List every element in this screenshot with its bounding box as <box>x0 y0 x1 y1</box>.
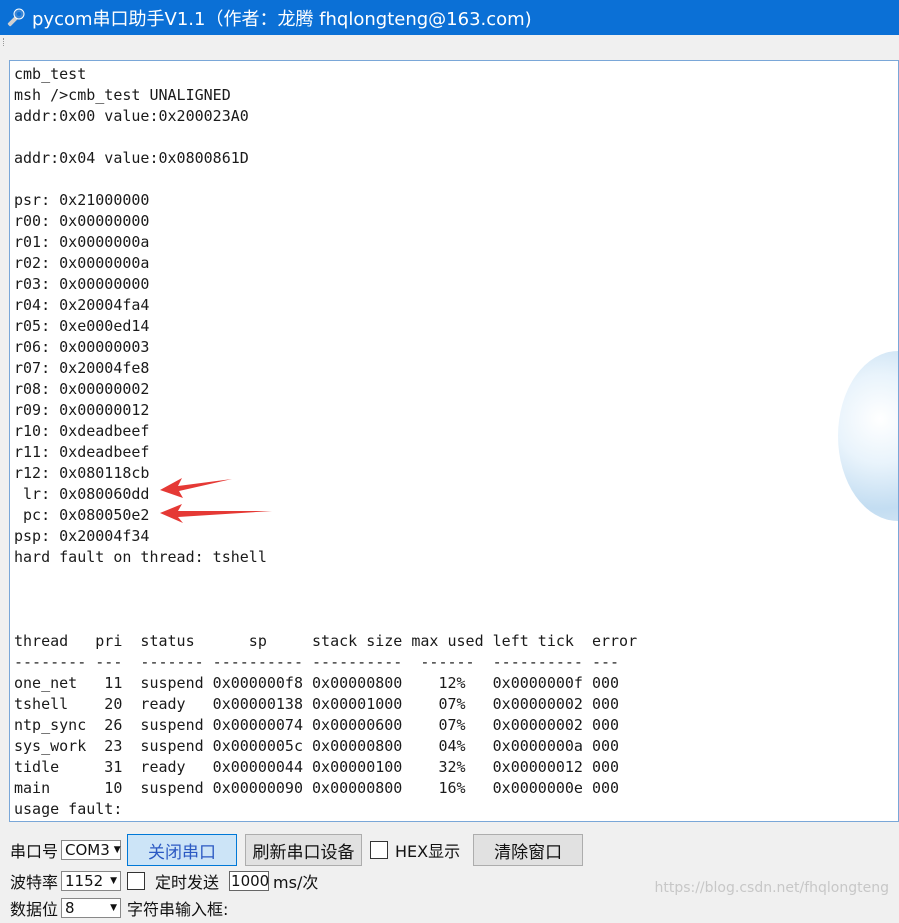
title-bar: pycom串口助手V1.1（作者：龙腾 fhqlongteng@163.com) <box>0 0 899 35</box>
receive-window[interactable]: cmb_test msh />cmb_test UNALIGNED addr:0x0… <box>9 60 899 822</box>
baud-select-value: 1152 <box>65 872 104 890</box>
toolbar-strip <box>0 35 899 49</box>
string-input-label: 字符串输入框: <box>127 900 229 919</box>
chevron-down-icon: ▼ <box>110 876 118 886</box>
annotation-arrows <box>160 478 272 523</box>
port-select[interactable]: COM3 ▼ <box>61 840 122 860</box>
controls-row-1: 串口号 COM3 ▼ 关闭串口 刷新串口设备 HEX显示 清除窗口 <box>10 834 584 866</box>
databits-select-value: 8 <box>65 899 75 917</box>
wrench-icon <box>7 8 25 26</box>
annotation-arrow-pc <box>160 504 272 523</box>
baud-label: 波特率 <box>10 873 59 892</box>
chevron-down-icon: ▼ <box>110 903 118 913</box>
interval-unit: ms/次 <box>273 873 319 892</box>
interval-input[interactable]: 1000 <box>229 871 269 891</box>
hex-display-label: HEX显示 <box>395 842 461 861</box>
clear-window-button[interactable]: 清除窗口 <box>473 834 584 866</box>
databits-label: 数据位 <box>10 900 59 919</box>
port-label: 串口号 <box>10 842 59 861</box>
annotation-arrow-lr <box>160 478 232 498</box>
databits-select[interactable]: 8 ▼ <box>61 898 122 918</box>
watermark: https://blog.csdn.net/fhqlongteng <box>654 880 889 896</box>
baud-select[interactable]: 1152 ▼ <box>61 871 122 891</box>
window-title: pycom串口助手V1.1（作者：龙腾 fhqlongteng@163.com) <box>32 8 532 30</box>
controls-row-3: 数据位 8 ▼ 字符串输入框: <box>10 893 228 923</box>
timed-send-label: 定时发送 <box>155 873 220 892</box>
hex-display-checkbox[interactable] <box>370 841 389 859</box>
port-select-value: COM3 <box>65 841 110 859</box>
timed-send-checkbox[interactable] <box>127 872 146 890</box>
refresh-ports-button[interactable]: 刷新串口设备 <box>245 834 363 866</box>
chevron-down-icon: ▼ <box>113 845 121 855</box>
controls-row-2: 波特率 1152 ▼ 定时发送 1000 ms/次 <box>10 866 318 896</box>
toolbar-grip[interactable] <box>3 38 7 46</box>
close-port-button[interactable]: 关闭串口 <box>127 834 238 866</box>
